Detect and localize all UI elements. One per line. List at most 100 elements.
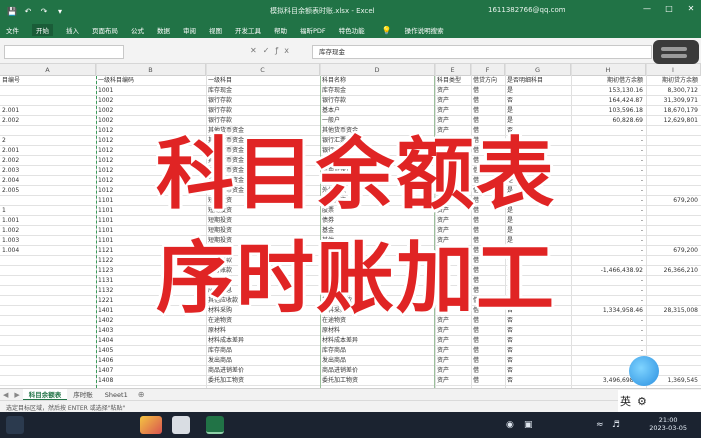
excel-app-icon[interactable] — [206, 416, 224, 434]
table-cell[interactable]: - — [571, 176, 646, 186]
sheet-prev-icon[interactable]: ◀ — [0, 391, 11, 399]
table-cell[interactable] — [0, 306, 96, 316]
table-cell[interactable]: 是 — [505, 226, 571, 236]
formula-buttons[interactable]: ✕✓ƒx — [250, 46, 295, 55]
table-cell[interactable] — [0, 256, 96, 266]
table-cell[interactable]: 其他货币资金 — [206, 176, 320, 186]
table-cell[interactable]: 1012 — [96, 126, 206, 136]
sheet-tab-sheet1[interactable]: Sheet1 — [99, 389, 134, 401]
table-cell[interactable]: 资产 — [435, 326, 471, 336]
table-cell[interactable]: 期初借方余额 — [571, 76, 646, 86]
table-cell[interactable]: - — [571, 136, 646, 146]
table-cell[interactable]: 资产 — [435, 366, 471, 376]
table-cell[interactable]: 2.003 — [0, 166, 96, 176]
table-cell[interactable]: 借 — [471, 166, 505, 176]
table-cell[interactable]: - — [571, 286, 646, 296]
save-icon[interactable]: 💾 — [6, 5, 18, 17]
tab-special-features[interactable]: 特色功能 — [339, 25, 365, 35]
edge-icon[interactable]: ◉ — [506, 420, 514, 430]
table-cell[interactable]: 1101 — [96, 226, 206, 236]
table-cell[interactable]: 借 — [471, 126, 505, 136]
table-cell[interactable]: 1012 — [96, 186, 206, 196]
table-cell[interactable]: 是否明细科目 — [505, 76, 571, 86]
table-cell[interactable] — [646, 276, 701, 286]
ime-settings-icon[interactable]: ⚙ — [637, 395, 647, 408]
table-cell[interactable]: 期初贷方余额 — [646, 76, 701, 86]
table-cell[interactable] — [646, 256, 701, 266]
column-header-f[interactable]: F — [471, 64, 505, 76]
table-cell[interactable]: 资产 — [435, 296, 471, 306]
column-header-e[interactable]: E — [435, 64, 471, 76]
table-cell[interactable]: 1403 — [96, 326, 206, 336]
table-cell[interactable]: 借 — [471, 296, 505, 306]
table-cell[interactable]: 否 — [505, 336, 571, 346]
table-cell[interactable]: 借 — [471, 266, 505, 276]
table-cell[interactable]: 借 — [471, 196, 505, 206]
table-cell[interactable]: 1101 — [96, 236, 206, 246]
table-cell[interactable]: 否 — [505, 346, 571, 356]
tab-foxit-pdf[interactable]: 福昕PDF — [300, 25, 326, 35]
table-cell[interactable] — [0, 316, 96, 326]
table-cell[interactable]: 1122 — [96, 256, 206, 266]
table-cell[interactable]: 1,334,958.46 — [571, 306, 646, 316]
table-cell[interactable]: 2.005 — [0, 186, 96, 196]
table-cell[interactable]: 资产 — [435, 316, 471, 326]
column-header-c[interactable]: C — [206, 64, 320, 76]
table-cell[interactable]: 2.004 — [0, 176, 96, 186]
table-cell[interactable]: 资产 — [435, 196, 471, 206]
wifi-icon[interactable]: ≈ — [596, 420, 604, 430]
ime-indicator[interactable]: 英 ⚙ — [618, 390, 701, 412]
table-cell[interactable]: 资产 — [435, 286, 471, 296]
table-cell[interactable]: 借 — [471, 96, 505, 106]
table-cell[interactable]: 是 — [505, 116, 571, 126]
table-cell[interactable]: 借 — [471, 316, 505, 326]
table-cell[interactable] — [0, 266, 96, 276]
sheet-next-icon[interactable]: ▶ — [11, 391, 22, 399]
redo-icon[interactable]: ↷ — [38, 5, 50, 17]
table-cell[interactable]: 否 — [505, 286, 571, 296]
table-cell[interactable]: 在途物资 — [206, 316, 320, 326]
table-cell[interactable]: 资产 — [435, 126, 471, 136]
table-cell[interactable]: 资产 — [435, 106, 471, 116]
table-cell[interactable]: 资产 — [435, 256, 471, 266]
table-cell[interactable]: 借 — [471, 176, 505, 186]
table-cell[interactable]: 1012 — [96, 166, 206, 176]
table-cell[interactable]: 预付账款 — [206, 266, 320, 276]
tell-me-search[interactable]: 操作说明搜索 — [405, 25, 444, 35]
tab-data[interactable]: 数据 — [157, 25, 170, 35]
sheet-tab-balance[interactable]: 科目余额表 — [22, 388, 68, 401]
table-cell[interactable]: 2 — [0, 136, 96, 146]
table-cell[interactable]: 否 — [505, 266, 571, 276]
table-cell[interactable] — [0, 336, 96, 346]
table-cell[interactable]: - — [571, 276, 646, 286]
table-cell[interactable]: 库存现金 — [206, 86, 320, 96]
table-cell[interactable]: 1405 — [96, 346, 206, 356]
table-cell[interactable]: 1121 — [96, 246, 206, 256]
tab-home[interactable]: 开始 — [32, 24, 53, 36]
table-cell[interactable]: 资产 — [435, 136, 471, 146]
table-cell[interactable]: 其他货币资金 — [206, 146, 320, 156]
tab-insert[interactable]: 插入 — [66, 25, 79, 35]
undo-icon[interactable]: ↶ — [22, 5, 34, 17]
table-cell[interactable] — [0, 356, 96, 366]
table-cell[interactable]: 资产 — [435, 166, 471, 176]
table-cell[interactable]: 资产 — [435, 216, 471, 226]
tab-file[interactable]: 文件 — [6, 25, 19, 35]
table-cell[interactable] — [0, 296, 96, 306]
table-cell[interactable]: 借 — [471, 346, 505, 356]
table-cell[interactable]: 资产 — [435, 186, 471, 196]
table-cell[interactable]: 应收股利 — [206, 276, 320, 286]
table-cell[interactable] — [646, 316, 701, 326]
table-cell[interactable]: 否 — [505, 356, 571, 366]
table-cell[interactable] — [0, 376, 96, 386]
tab-review[interactable]: 审阅 — [183, 25, 196, 35]
table-cell[interactable]: 1221 — [96, 296, 206, 306]
tab-developer[interactable]: 开发工具 — [235, 25, 261, 35]
table-cell[interactable]: -1,466,438.92 — [571, 266, 646, 276]
name-box[interactable] — [4, 45, 124, 59]
table-cell[interactable]: 18,670,179 — [646, 106, 701, 116]
table-cell[interactable] — [0, 196, 96, 206]
table-cell[interactable]: 材料成本差异 — [206, 336, 320, 346]
table-cell[interactable] — [646, 216, 701, 226]
assistant-bubble-icon[interactable] — [629, 356, 659, 386]
